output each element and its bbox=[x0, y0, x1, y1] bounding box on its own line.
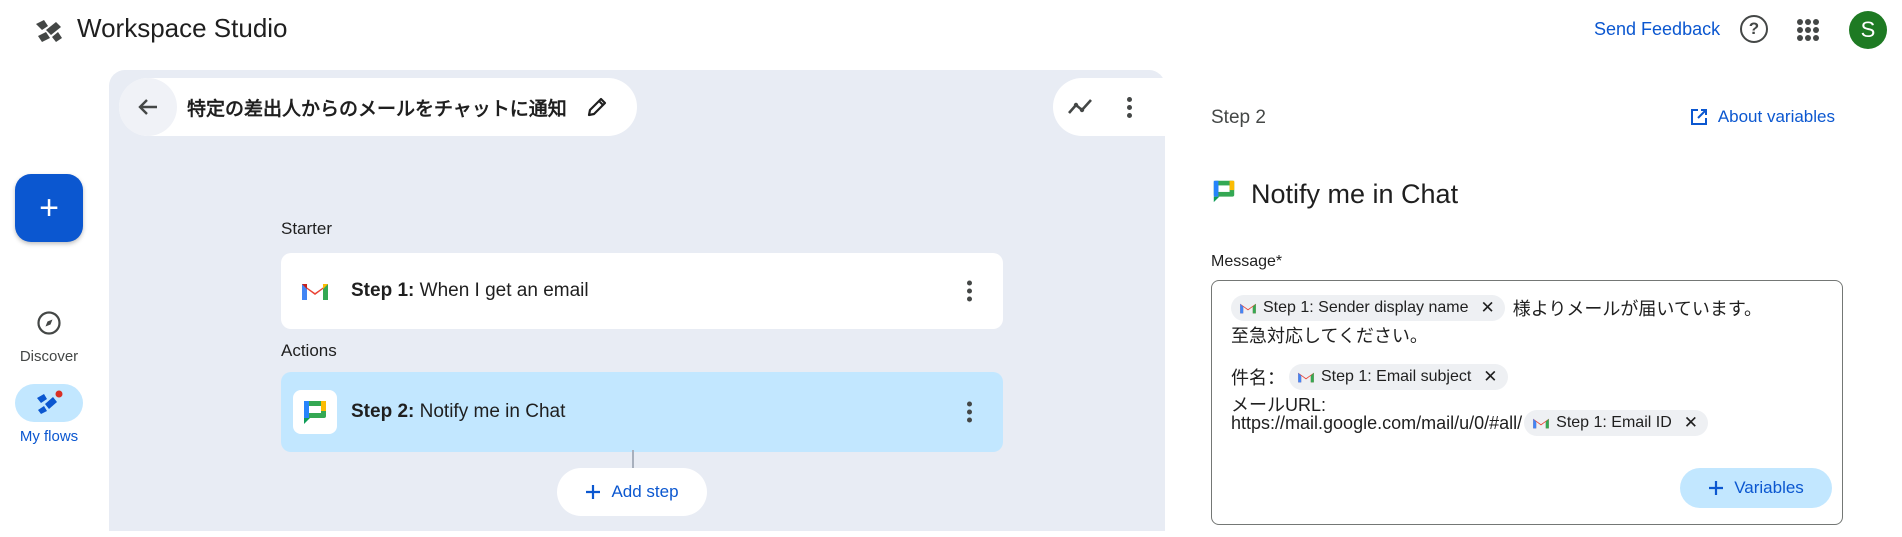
send-feedback-link[interactable]: Send Feedback bbox=[1594, 19, 1720, 40]
chat-icon bbox=[293, 390, 337, 434]
activity-icon[interactable] bbox=[1066, 92, 1096, 122]
flow-canvas: 特定の差出人からのメールをチャットに通知 Starter Step 1: Whe… bbox=[109, 70, 1165, 531]
apps-grid-icon[interactable] bbox=[1797, 19, 1819, 41]
nav-item-my-flows[interactable]: My flows bbox=[0, 384, 98, 445]
flow-title[interactable]: 特定の差出人からのメールをチャットに通知 bbox=[187, 94, 567, 121]
left-rail: + Discover My flows bbox=[0, 64, 98, 531]
flow-title-bar: 特定の差出人からのメールをチャットに通知 bbox=[119, 78, 637, 136]
gmail-icon bbox=[293, 269, 337, 313]
more-vert-icon[interactable] bbox=[1115, 92, 1145, 122]
close-icon[interactable]: ✕ bbox=[1684, 413, 1698, 433]
variable-chip-sender[interactable]: Step 1: Sender display name ✕ bbox=[1231, 295, 1505, 321]
step-1-menu-icon[interactable] bbox=[967, 280, 973, 302]
variable-chip-email-id[interactable]: Step 1: Email ID ✕ bbox=[1524, 410, 1708, 436]
variables-button[interactable]: Variables bbox=[1680, 468, 1832, 508]
step-card-2[interactable]: Step 2: Notify me in Chat bbox=[281, 372, 1003, 452]
variable-chip-subject[interactable]: Step 1: Email subject ✕ bbox=[1289, 364, 1508, 390]
message-line-url: https://mail.google.com/mail/u/0/#all/ S… bbox=[1231, 410, 1708, 436]
actions-label: Actions bbox=[281, 341, 337, 360]
gmail-icon bbox=[1533, 418, 1549, 429]
avatar[interactable]: S bbox=[1849, 11, 1887, 49]
step-1-text: Step 1: When I get an email bbox=[351, 280, 589, 301]
nav-label-discover: Discover bbox=[19, 348, 79, 365]
message-line-subject: 件名： Step 1: Email subject ✕ bbox=[1231, 364, 1508, 390]
nav-label-my-flows: My flows bbox=[19, 428, 79, 445]
nav-item-discover[interactable]: Discover bbox=[0, 304, 98, 365]
plus-icon bbox=[586, 485, 601, 499]
step-config-panel: Step 2 About variables Notify me in Chat… bbox=[1181, 77, 1874, 537]
top-bar: Workspace Studio Send Feedback ? S bbox=[0, 0, 1902, 64]
step-card-1[interactable]: Step 1: When I get an email bbox=[281, 253, 1003, 329]
gmail-icon bbox=[1298, 372, 1314, 383]
canvas-toolbar bbox=[1053, 78, 1165, 136]
flows-icon bbox=[15, 384, 83, 422]
message-field[interactable]: Step 1: Sender display name ✕ 様よりメールが届いて… bbox=[1211, 280, 1843, 525]
app-title: Workspace Studio bbox=[77, 13, 288, 43]
arrow-back-icon bbox=[138, 99, 157, 115]
help-icon[interactable]: ? bbox=[1740, 15, 1768, 43]
step-2-menu-icon[interactable] bbox=[967, 401, 973, 423]
step-connector bbox=[632, 450, 634, 470]
chat-icon bbox=[1211, 178, 1237, 211]
workspace-studio-logo bbox=[36, 20, 62, 42]
about-variables-link[interactable]: About variables bbox=[1690, 107, 1835, 127]
close-icon[interactable]: ✕ bbox=[1480, 298, 1494, 318]
panel-title: Notify me in Chat bbox=[1211, 178, 1458, 211]
create-flow-button[interactable]: + bbox=[15, 174, 83, 242]
close-icon[interactable]: ✕ bbox=[1483, 367, 1497, 387]
add-step-button[interactable]: Add step bbox=[557, 468, 707, 516]
plus-icon bbox=[1709, 481, 1724, 495]
message-line-2: 至急対応してください。 bbox=[1231, 326, 1428, 346]
step-2-text: Step 2: Notify me in Chat bbox=[351, 401, 566, 422]
back-button[interactable] bbox=[119, 78, 177, 136]
pencil-icon[interactable] bbox=[585, 95, 609, 119]
gmail-icon bbox=[1240, 303, 1256, 314]
message-line-1: Step 1: Sender display name ✕ 様よりメールが届いて… bbox=[1231, 295, 1762, 321]
compass-icon bbox=[15, 304, 83, 342]
open-in-new-icon bbox=[1690, 109, 1707, 125]
starter-label: Starter bbox=[281, 219, 333, 238]
message-label: Message* bbox=[1211, 253, 1283, 270]
panel-step-label: Step 2 bbox=[1211, 107, 1266, 128]
